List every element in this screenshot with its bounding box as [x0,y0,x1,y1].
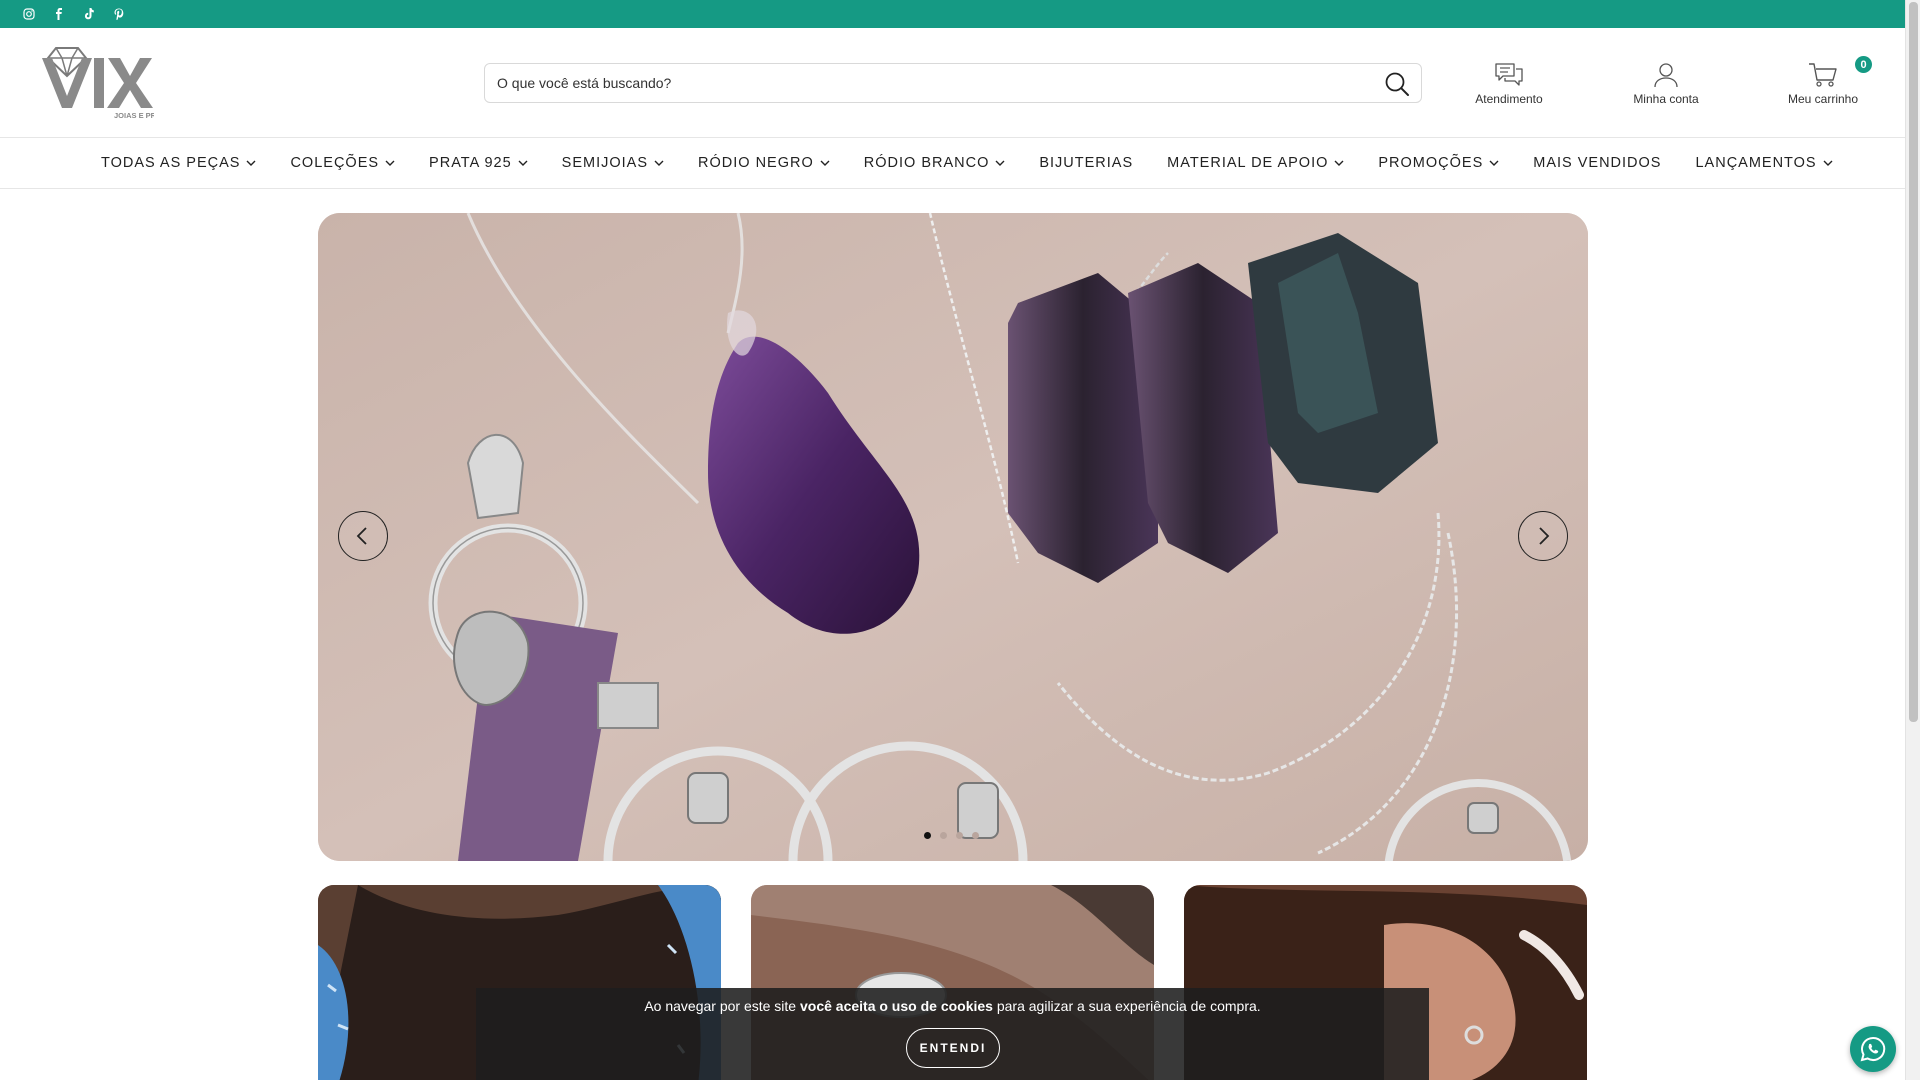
page: JOIAS E PRATAS Atendimento Minha conta [0,0,1905,1080]
nav-item-rodio-branco[interactable]: RÓDIO BRANCO [864,155,1006,171]
slider-prev-button[interactable] [338,511,388,561]
nav-item-label: MATERIAL DE APOIO [1167,155,1329,171]
chevron-down-icon [1823,160,1833,166]
cookie-text: Ao navegar por este site você aceita o u… [476,998,1429,1014]
nav-item-label: SEMIJOIAS [561,155,649,171]
chevron-down-icon [385,160,395,166]
nav-item-semijoias[interactable]: SEMIJOIAS [562,155,664,171]
chevron-down-icon [518,160,528,166]
facebook-icon[interactable] [52,7,66,21]
pinterest-icon[interactable] [112,7,126,21]
site-header: JOIAS E PRATAS Atendimento Minha conta [0,28,1905,138]
chevron-down-icon [995,160,1005,166]
slider-dot-3[interactable] [956,832,963,839]
nav-item-label: LANÇAMENTOS [1695,155,1817,171]
vix-logo[interactable]: JOIAS E PRATAS [42,46,175,120]
chevron-down-icon [820,160,830,166]
account-label: Minha conta [1633,92,1699,106]
nav-item-rodio-negro[interactable]: RÓDIO NEGRO [698,155,830,171]
nav-item-label: PROMOÇÕES [1378,155,1484,171]
slider-dots [924,832,979,839]
search-icon[interactable] [1383,70,1411,98]
support-link[interactable]: Atendimento [1449,58,1569,110]
cookie-text-bold: você aceita o uso de cookies [799,998,993,1014]
chevron-down-icon [1334,160,1344,166]
top-social-bar [0,0,1905,28]
nav-item-label: PRATA 925 [429,155,512,171]
nav-item-colecoes[interactable]: COLEÇÕES [290,155,395,171]
slider-dot-1[interactable] [924,832,931,839]
search-input[interactable] [497,64,1357,102]
nav-item-bijuterias[interactable]: BIJUTERIAS [1039,155,1133,171]
logo-subtext: JOIAS E PRATAS [114,111,154,120]
search-box [484,63,1422,103]
page-scrollbar[interactable] [1905,0,1920,1080]
chevron-right-icon [1539,527,1550,545]
main-nav: TODAS AS PEÇAS COLEÇÕES PRATA 925 SEMIJO… [0,138,1905,189]
cookie-consent-bar: Ao navegar por este site você aceita o u… [476,988,1429,1080]
chat-icon [1494,58,1524,88]
cart-count-badge: 0 [1855,56,1872,73]
nav-item-prata-925[interactable]: PRATA 925 [429,155,528,171]
slider-dot-2[interactable] [940,832,947,839]
nav-item-label: RÓDIO BRANCO [863,155,990,171]
cookie-accept-button[interactable]: ENTENDI [906,1028,1000,1068]
support-label: Atendimento [1475,92,1543,106]
slider-next-button[interactable] [1518,511,1568,561]
nav-item-promocoes[interactable]: PROMOÇÕES [1378,155,1499,171]
tiktok-icon[interactable] [82,7,96,21]
cookie-text-before: Ao navegar por este site [644,998,800,1014]
user-icon [1653,58,1679,88]
cart-label: Meu carrinho [1787,92,1859,106]
chevron-down-icon [654,160,664,166]
cart-icon [1808,58,1838,88]
hero-slider[interactable] [318,213,1588,861]
nav-item-label: MAIS VENDIDOS [1533,155,1662,171]
nav-item-material-de-apoio[interactable]: MATERIAL DE APOIO [1167,155,1344,171]
cookie-text-after: para agilizar a sua experiência de compr… [992,998,1261,1014]
nav-item-label: BIJUTERIAS [1039,155,1134,171]
scrollbar-thumb[interactable] [1909,2,1918,722]
nav-item-lancamentos[interactable]: LANÇAMENTOS [1695,155,1833,171]
chevron-left-icon [356,527,367,545]
nav-item-mais-vendidos[interactable]: MAIS VENDIDOS [1533,155,1661,171]
chevron-down-icon [246,160,256,166]
nav-item-label: COLEÇÕES [290,155,380,171]
chevron-down-icon [1489,160,1499,166]
instagram-icon[interactable] [22,7,36,21]
slider-dot-4[interactable] [972,832,979,839]
nav-item-label: RÓDIO NEGRO [698,155,814,171]
whatsapp-button[interactable] [1850,1026,1896,1072]
nav-item-label: TODAS AS PEÇAS [101,155,241,171]
hero-image [318,213,1588,861]
whatsapp-icon [1860,1036,1886,1062]
nav-item-todas-as-pecas[interactable]: TODAS AS PEÇAS [101,155,256,171]
account-link[interactable]: Minha conta [1606,58,1726,110]
